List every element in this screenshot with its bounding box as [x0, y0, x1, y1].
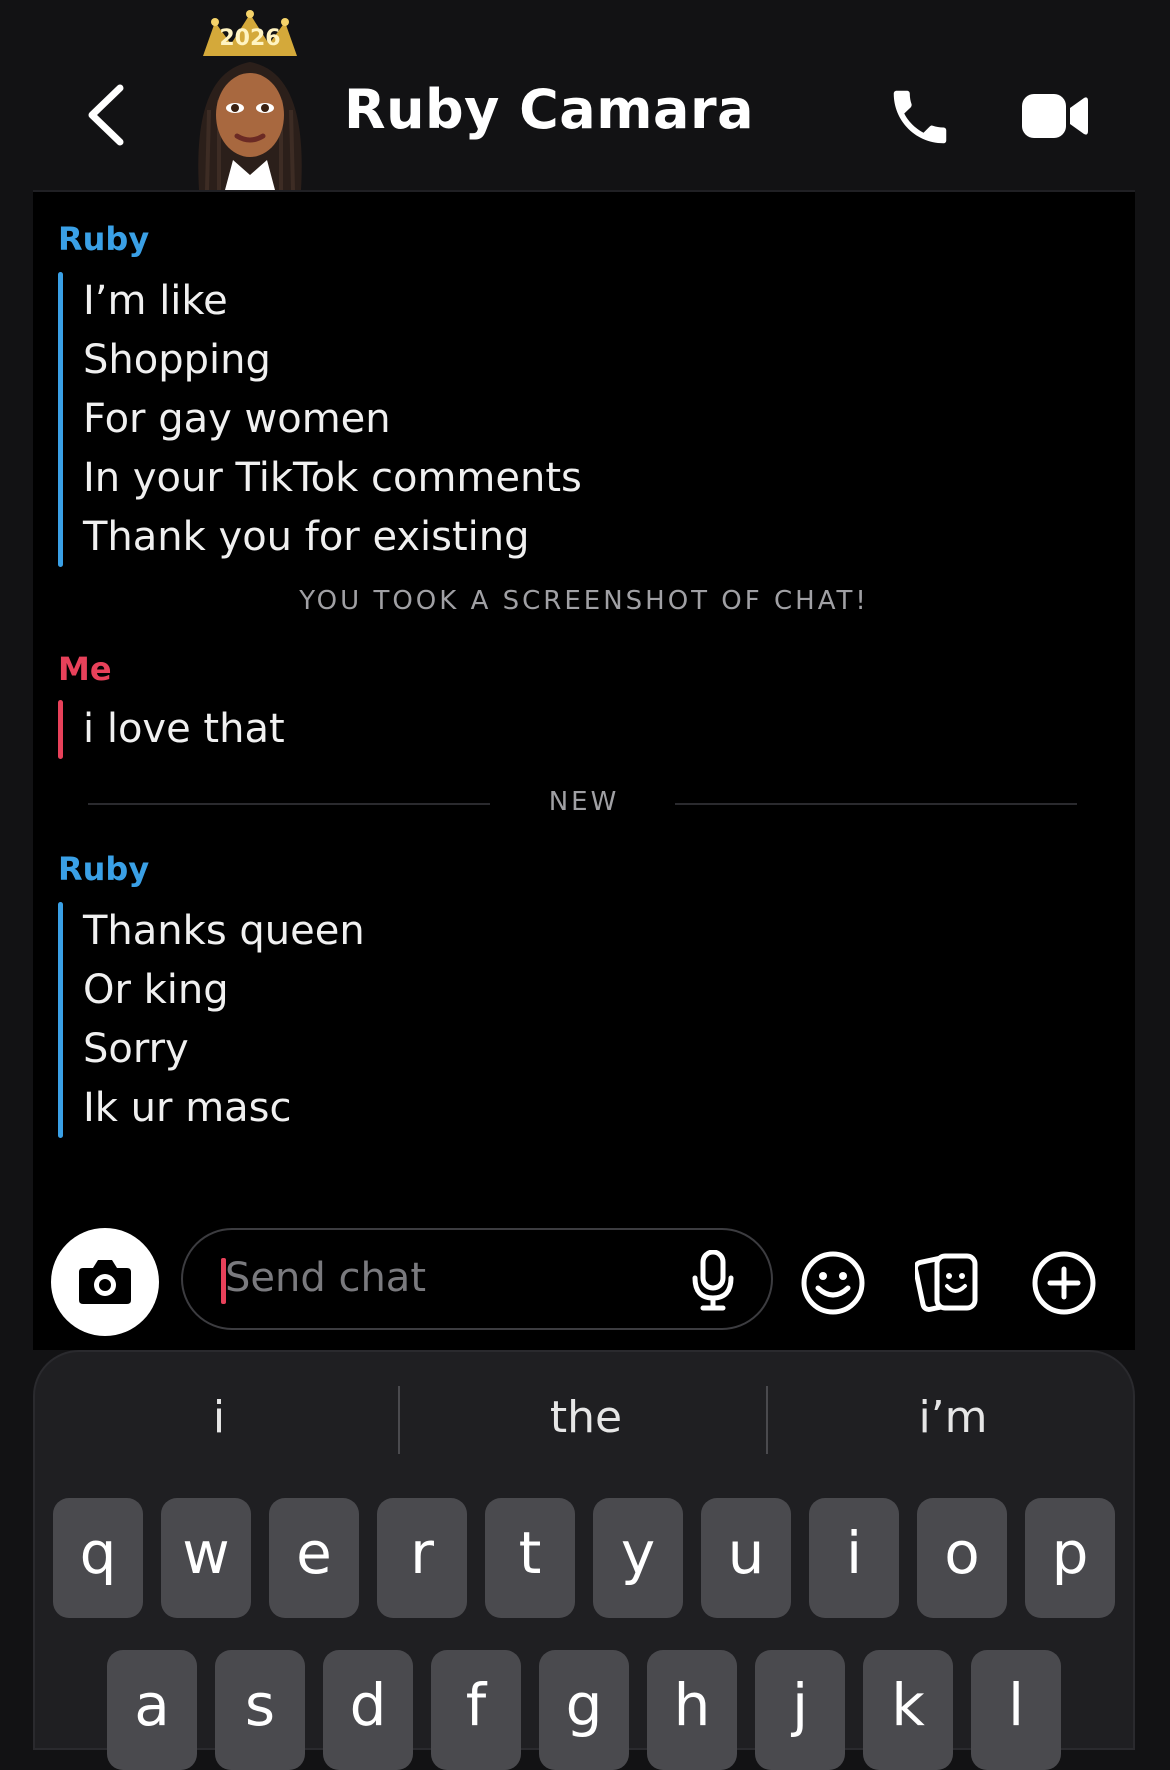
key-i[interactable]: i — [809, 1498, 899, 1618]
chat-messages[interactable]: Ruby I’m like Shopping For gay women In … — [33, 190, 1135, 1210]
avatar[interactable]: 2026 — [185, 0, 315, 191]
key-s[interactable]: s — [215, 1650, 305, 1770]
key-p[interactable]: p — [1025, 1498, 1115, 1618]
new-messages-divider: NEW — [548, 787, 620, 817]
emoji-icon[interactable] — [800, 1250, 866, 1316]
sender-label-ruby: Ruby — [58, 220, 150, 258]
suggestion-separator — [398, 1386, 400, 1454]
key-h[interactable]: h — [647, 1650, 737, 1770]
message-line[interactable]: In your TikTok comments — [83, 449, 582, 508]
key-t[interactable]: t — [485, 1498, 575, 1618]
key-e[interactable]: e — [269, 1498, 359, 1618]
key-u[interactable]: u — [701, 1498, 791, 1618]
key-k[interactable]: k — [863, 1650, 953, 1770]
screenshot-notice: YOU TOOK A SCREENSHOT OF CHAT! — [299, 586, 869, 616]
key-j[interactable]: j — [755, 1650, 845, 1770]
video-camera-icon[interactable] — [1020, 90, 1090, 142]
key-w[interactable]: w — [161, 1498, 251, 1618]
key-a[interactable]: a — [107, 1650, 197, 1770]
message-group[interactable]: i love that — [58, 700, 285, 759]
message-line[interactable]: Or king — [83, 961, 365, 1020]
sender-label-ruby: Ruby — [58, 850, 150, 888]
message-line[interactable]: Shopping — [83, 331, 582, 390]
key-g[interactable]: g — [539, 1650, 629, 1770]
message-line[interactable]: Sorry — [83, 1020, 365, 1079]
new-divider-line-right — [675, 803, 1077, 805]
sender-color-bar — [58, 902, 63, 1138]
plus-circle-icon[interactable] — [1031, 1250, 1097, 1316]
sender-color-bar — [58, 272, 63, 567]
key-d[interactable]: d — [323, 1650, 413, 1770]
camera-button[interactable] — [51, 1228, 159, 1336]
message-group[interactable]: I’m like Shopping For gay women In your … — [58, 272, 582, 567]
suggestion-1[interactable]: i — [35, 1392, 403, 1443]
message-line[interactable]: i love that — [83, 700, 285, 759]
chat-title[interactable]: Ruby Camara — [344, 78, 754, 141]
chat-input-bar: Send chat — [33, 1210, 1135, 1350]
back-chevron-icon[interactable] — [82, 80, 132, 150]
suggestion-2[interactable]: the — [402, 1392, 770, 1443]
suggestion-separator — [766, 1386, 768, 1454]
sender-label-me: Me — [58, 650, 112, 688]
suggestion-3[interactable]: i’m — [769, 1392, 1137, 1443]
sticker-cards-icon[interactable] — [912, 1250, 981, 1316]
message-line[interactable]: I’m like — [83, 272, 582, 331]
message-line[interactable]: Ik ur masc — [83, 1079, 365, 1138]
phone-icon[interactable] — [885, 82, 955, 152]
message-line[interactable]: For gay women — [83, 390, 582, 449]
message-group[interactable]: Thanks queen Or king Sorry Ik ur masc — [58, 902, 365, 1138]
microphone-icon[interactable] — [689, 1249, 737, 1316]
avatar-badge-text: 2026 — [219, 26, 280, 51]
camera-icon — [79, 1260, 131, 1304]
message-line[interactable]: Thank you for existing — [83, 508, 582, 567]
key-f[interactable]: f — [431, 1650, 521, 1770]
chat-header: 2026 Ruby Camara — [0, 0, 1170, 191]
key-y[interactable]: y — [593, 1498, 683, 1618]
key-o[interactable]: o — [917, 1498, 1007, 1618]
header-divider — [33, 190, 1135, 192]
sender-color-bar — [58, 700, 63, 759]
keyboard: i the i’m q w e r t y u i o p a s d f g … — [33, 1350, 1137, 1770]
key-l[interactable]: l — [971, 1650, 1061, 1770]
send-chat-input[interactable]: Send chat — [181, 1228, 773, 1330]
key-q[interactable]: q — [53, 1498, 143, 1618]
send-chat-placeholder: Send chat — [225, 1255, 426, 1301]
message-line[interactable]: Thanks queen — [83, 902, 365, 961]
key-r[interactable]: r — [377, 1498, 467, 1618]
